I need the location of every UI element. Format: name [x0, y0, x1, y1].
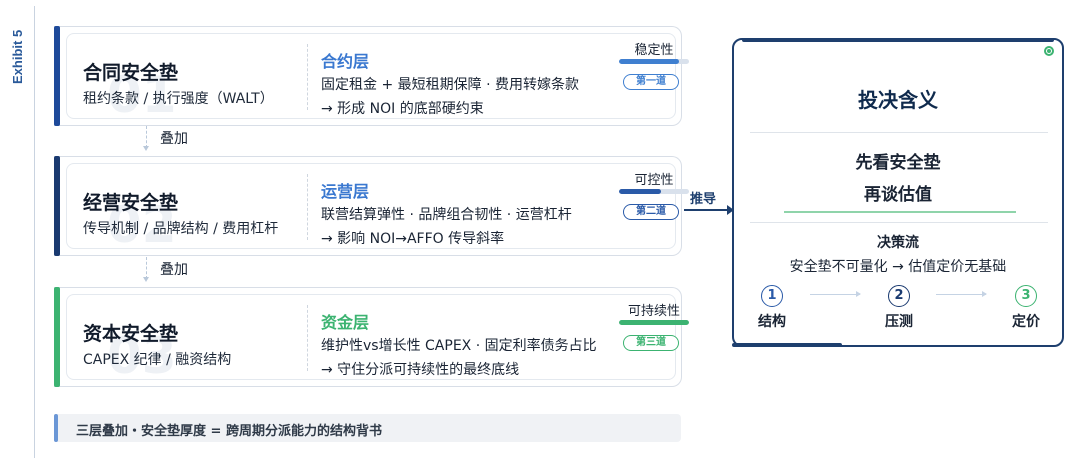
step-number-icon: 1 — [761, 285, 783, 307]
layer-card-operating: 02 经营安全垫 传导机制 / 品牌结构 / 费用杠杆 运营层 联营结算弹性 ·… — [54, 156, 689, 256]
stack-arrow-icon — [143, 277, 149, 282]
layer-detail: 维护性vs增长性 CAPEX · 固定利率债务占比 — [321, 338, 597, 354]
layer-inner-frame: 02 经营安全垫 传导机制 / 品牌结构 / 费用杠杆 运营层 联营结算弹性 ·… — [66, 163, 689, 254]
layer-outcome: → 影响 NOI→AFFO 传导斜率 — [321, 231, 505, 247]
layer-name: 运营层 — [321, 182, 370, 201]
stack-connector-line — [146, 126, 147, 148]
layer-metric-gauge-fill — [619, 320, 689, 325]
panel-divider — [750, 132, 1048, 133]
layer-metric-gauge — [619, 59, 689, 64]
layer-divider — [307, 44, 308, 110]
layer-name: 合约层 — [321, 52, 370, 71]
layer-subtitle: 租约条款 / 执行强度（WALT） — [83, 91, 274, 107]
derive-arrow-line — [684, 209, 728, 211]
step-arrow-icon — [810, 291, 861, 297]
flow-title: 决策流 — [877, 235, 919, 251]
layer-subtitle: CAPEX 纪律 / 融资结构 — [83, 352, 232, 368]
exhibit-label: Exhibit 5 — [10, 29, 25, 84]
layer-accent-bar — [54, 287, 60, 387]
flow-step-pricing: 3 定价 — [996, 284, 1056, 331]
layer-metric-label: 可持续性 — [627, 304, 680, 319]
layer-metric-label: 可控性 — [634, 173, 674, 188]
decision-panel: 投决含义 先看安全垫 再谈估值 决策流 安全垫不可量化 → 估值定价无基础 1 … — [732, 38, 1064, 347]
layer-defense-badge: 第二道 — [623, 204, 679, 220]
panel-bottom-band — [732, 343, 842, 347]
step-label: 压测 — [885, 314, 913, 330]
derive-arrow: 推导 — [684, 186, 734, 215]
summary-accent-bar — [54, 414, 58, 442]
step-number-icon: 3 — [1015, 285, 1037, 307]
stack-connector-line — [146, 257, 147, 279]
layer-outcome: → 守住分派可持续性的最终底线 — [321, 362, 520, 378]
derive-arrow-label: 推导 — [690, 192, 717, 207]
layer-divider — [307, 174, 308, 240]
layer-outcome: → 形成 NOI 的底部硬约束 — [321, 101, 484, 117]
step-label: 定价 — [1012, 314, 1040, 330]
layer-title: 经营安全垫 — [83, 192, 179, 214]
side-rule — [34, 6, 35, 458]
layer-defense-badge: 第一道 — [623, 74, 679, 90]
stack-arrow-icon — [143, 146, 149, 151]
layer-card-capital: 03 资本安全垫 CAPEX 纪律 / 融资结构 资金层 维护性vs增长性 CA… — [54, 287, 689, 387]
layer-card-contract: 01 合同安全垫 租约条款 / 执行强度（WALT） 合约层 固定租金 + 最短… — [54, 26, 689, 126]
layer-detail: 联营结算弹性 · 品牌组合韧性 · 运营杠杆 — [321, 207, 572, 223]
flow-step-stress-test: 2 压测 — [869, 284, 929, 331]
layer-subtitle: 传导机制 / 品牌结构 / 费用杠杆 — [83, 221, 279, 237]
layer-metric-gauge-fill — [619, 189, 661, 194]
step-arrow-icon — [936, 291, 987, 297]
layer-defense-badge: 第三道 — [623, 335, 679, 351]
flow-subtitle: 安全垫不可量化 → 估值定价无基础 — [789, 259, 1007, 275]
panel-message-line: 再谈估值 — [864, 185, 932, 205]
summary-banner: 三层叠加・安全垫厚度 = 跨周期分派能力的结构背书 — [54, 414, 681, 442]
layer-metric-gauge-fill — [619, 59, 679, 64]
layer-metric-gauge — [619, 320, 689, 325]
stack-connector-label: 叠加 — [160, 131, 188, 147]
panel-top-band — [742, 38, 1054, 42]
flow-step-structure: 1 结构 — [742, 284, 802, 331]
layer-metric-label: 稳定性 — [634, 43, 674, 58]
layer-title: 资本安全垫 — [83, 323, 179, 345]
step-label: 结构 — [758, 314, 786, 330]
layer-name: 资金层 — [321, 313, 370, 332]
step-number-icon: 2 — [888, 285, 910, 307]
layer-accent-bar — [54, 156, 60, 256]
layer-metric-gauge — [619, 189, 689, 194]
stack-connector-label: 叠加 — [160, 262, 188, 278]
layer-detail: 固定租金 + 最短租期保障 · 费用转嫁条款 — [321, 77, 579, 93]
layer-inner-frame: 01 合同安全垫 租约条款 / 执行强度（WALT） 合约层 固定租金 + 最短… — [66, 33, 689, 124]
panel-message-line: 先看安全垫 — [855, 153, 941, 173]
panel-highlight-rule — [784, 211, 1016, 213]
layer-accent-bar — [54, 26, 60, 126]
panel-title: 投决含义 — [858, 88, 938, 112]
summary-text: 三层叠加・安全垫厚度 = 跨周期分派能力的结构背书 — [76, 424, 382, 439]
status-dot-icon — [1044, 46, 1054, 56]
layer-title: 合同安全垫 — [83, 62, 179, 84]
panel-divider — [750, 222, 1048, 223]
layer-inner-frame: 03 资本安全垫 CAPEX 纪律 / 融资结构 资金层 维护性vs增长性 CA… — [66, 294, 689, 385]
layer-divider — [307, 305, 308, 371]
